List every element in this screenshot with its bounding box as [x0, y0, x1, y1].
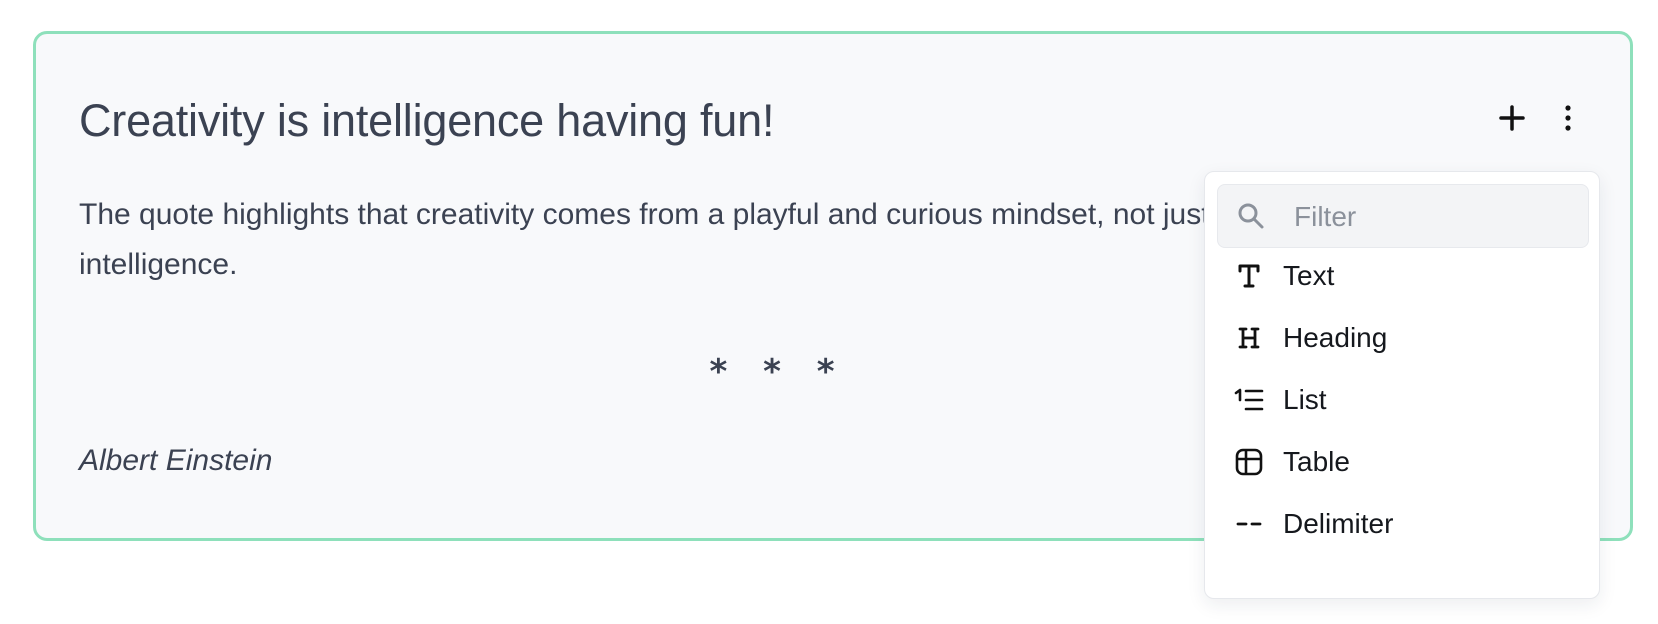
search-icon: [1238, 203, 1264, 229]
menu-item-list[interactable]: List: [1217, 371, 1589, 429]
menu-item-table[interactable]: Table: [1217, 433, 1589, 491]
menu-item-label: Text: [1283, 260, 1335, 291]
block-settings-button[interactable]: [1548, 98, 1588, 138]
menu-item-delimiter[interactable]: Delimiter: [1217, 495, 1589, 553]
delimiter-icon: [1233, 508, 1265, 540]
vertical-dots-icon: [1565, 105, 1571, 131]
table-icon: [1233, 446, 1265, 478]
menu-item-label: Heading: [1283, 322, 1388, 353]
menu-item-text[interactable]: Text: [1217, 247, 1589, 305]
text-icon: [1233, 260, 1265, 292]
quote-paragraph[interactable]: The quote highlights that creativity com…: [79, 190, 1219, 290]
list-icon: [1233, 384, 1265, 416]
filter-input[interactable]: [1292, 195, 1576, 239]
block-type-dropdown: Text Heading List Table: [1204, 171, 1600, 599]
menu-item-label: Delimiter: [1283, 508, 1394, 539]
filter-field[interactable]: [1217, 184, 1589, 248]
menu-item-label: List: [1283, 384, 1327, 415]
menu-item-label: Table: [1283, 446, 1350, 477]
quote-author[interactable]: Albert Einstein: [79, 444, 272, 478]
quote-heading[interactable]: Creativity is intelligence having fun!: [79, 96, 774, 146]
add-block-button[interactable]: [1492, 98, 1532, 138]
plus-icon: [1499, 105, 1525, 131]
menu-item-heading[interactable]: Heading: [1217, 309, 1589, 367]
heading-icon: [1233, 322, 1265, 354]
